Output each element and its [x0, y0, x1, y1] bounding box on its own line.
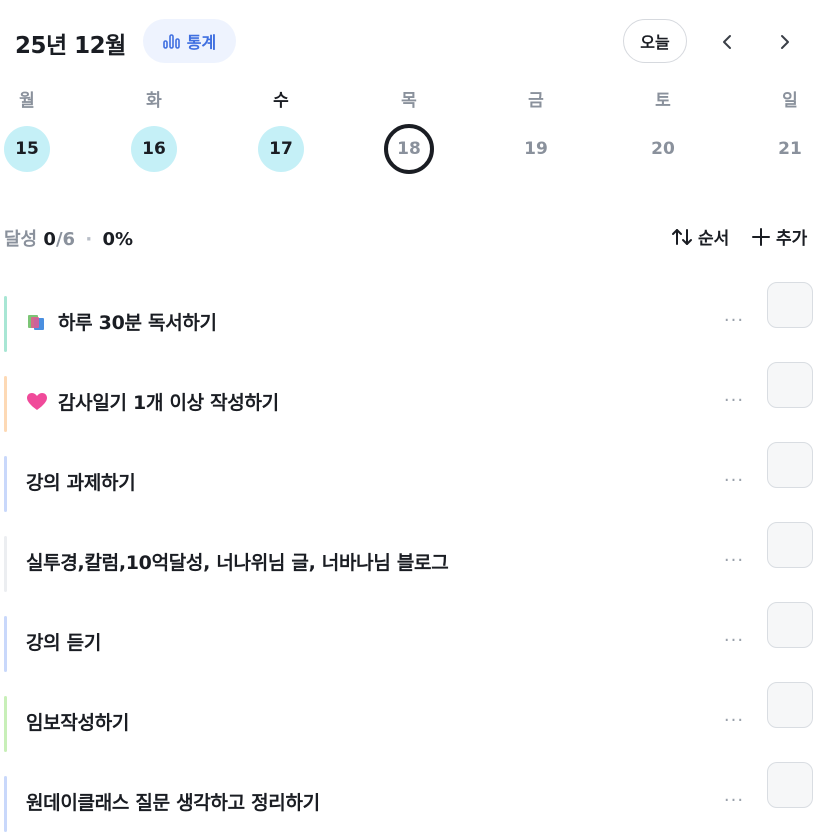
weekday-label: 수: [273, 91, 289, 111]
summary-done: 0: [43, 229, 56, 250]
day-cell[interactable]: 20: [640, 126, 686, 172]
sort-order-button[interactable]: 순서: [670, 224, 729, 249]
task-title: 원데이클래스 질문 생각하고 정리하기: [26, 788, 320, 815]
task-title-text: 원데이클래스 질문 생각하고 정리하기: [26, 792, 320, 814]
task-checkbox[interactable]: [767, 442, 813, 488]
month-title: 25년 12월: [15, 33, 126, 59]
weekday-label: 목: [401, 91, 417, 111]
weekday-label: 화: [146, 91, 162, 111]
task-row[interactable]: 임보작성하기 ···: [0, 680, 839, 760]
task-color-bar: [4, 696, 7, 752]
sort-arrows-icon: [672, 228, 692, 245]
task-title-text: 감사일기 1개 이상 작성하기: [58, 392, 279, 414]
task-color-bar: [4, 536, 7, 592]
weekday-label: 월: [19, 91, 35, 111]
task-title-text: 하루 30분 독서하기: [58, 312, 217, 334]
task-checkbox[interactable]: [767, 282, 813, 328]
task-color-bar: [4, 776, 7, 832]
task-checkbox[interactable]: [767, 602, 813, 648]
books-icon: [26, 312, 48, 332]
task-title: 강의 과제하기: [26, 468, 136, 495]
day-cell[interactable]: 21: [767, 126, 813, 172]
weekday-label: 일: [782, 91, 798, 111]
heart-icon: [26, 392, 48, 412]
task-title-text: 실투경,칼럼,10억달성, 너나위님 글, 너바나님 블로그: [26, 552, 449, 574]
calendar-header: 25년 12월 통계 오늘: [0, 0, 839, 84]
task-checkbox[interactable]: [767, 762, 813, 808]
chevron-left-icon: [723, 35, 731, 49]
task-checkbox[interactable]: [767, 362, 813, 408]
more-options-button[interactable]: ···: [720, 302, 748, 338]
summary-total: /6: [55, 229, 76, 250]
summary-label: 달성: [4, 229, 38, 250]
weekday-label: 금: [528, 91, 544, 111]
add-task-label: 추가: [776, 229, 808, 249]
prev-week-button[interactable]: [709, 24, 745, 60]
task-title: 실투경,칼럼,10억달성, 너나위님 글, 너바나님 블로그: [26, 548, 449, 575]
achievement-summary: 달성 0/6 · 0%: [4, 225, 133, 251]
more-options-button[interactable]: ···: [720, 462, 748, 498]
summary-percent: 0%: [102, 229, 134, 250]
today-button[interactable]: 오늘: [623, 19, 687, 63]
task-title-text: 강의 듣기: [26, 632, 102, 654]
task-title: 감사일기 1개 이상 작성하기: [26, 388, 279, 415]
bar-chart-icon: [162, 34, 180, 49]
task-row[interactable]: 강의 과제하기 ···: [0, 440, 839, 520]
weekday-label: 토: [655, 91, 671, 111]
more-options-button[interactable]: ···: [720, 382, 748, 418]
task-title-text: 임보작성하기: [26, 712, 130, 734]
day-cell[interactable]: 19: [513, 126, 559, 172]
stats-button[interactable]: 통계: [143, 19, 236, 63]
task-title-text: 강의 과제하기: [26, 472, 136, 494]
next-week-button[interactable]: [767, 24, 803, 60]
more-options-button[interactable]: ···: [720, 542, 748, 578]
task-row[interactable]: 하루 30분 독서하기 ···: [0, 280, 839, 360]
task-title: 임보작성하기: [26, 708, 129, 735]
task-title: 하루 30분 독서하기: [26, 308, 217, 335]
task-row[interactable]: 감사일기 1개 이상 작성하기 ···: [0, 360, 839, 440]
task-color-bar: [4, 616, 7, 672]
task-color-bar: [4, 376, 7, 432]
task-row[interactable]: 원데이클래스 질문 생각하고 정리하기 ···: [0, 760, 839, 840]
task-checkbox[interactable]: [767, 682, 813, 728]
day-cell[interactable]: 17: [258, 126, 304, 172]
day-cell[interactable]: 15: [4, 126, 50, 172]
summary-separator: ·: [85, 229, 93, 250]
sort-order-label: 순서: [698, 229, 730, 249]
more-options-button[interactable]: ···: [720, 702, 748, 738]
more-options-button[interactable]: ···: [720, 782, 748, 818]
stats-label: 통계: [186, 33, 217, 52]
day-cell-today[interactable]: 18: [384, 124, 434, 174]
task-row[interactable]: 강의 듣기 ···: [0, 600, 839, 680]
task-color-bar: [4, 456, 7, 512]
task-title: 강의 듣기: [26, 628, 101, 655]
plus-icon: [752, 227, 770, 246]
task-checkbox[interactable]: [767, 522, 813, 568]
add-task-button[interactable]: 추가: [751, 224, 807, 249]
task-row[interactable]: 실투경,칼럼,10억달성, 너나위님 글, 너바나님 블로그 ···: [0, 520, 839, 600]
day-cell[interactable]: 16: [131, 126, 177, 172]
more-options-button[interactable]: ···: [720, 622, 748, 658]
task-color-bar: [4, 296, 7, 352]
chevron-right-icon: [781, 35, 789, 49]
